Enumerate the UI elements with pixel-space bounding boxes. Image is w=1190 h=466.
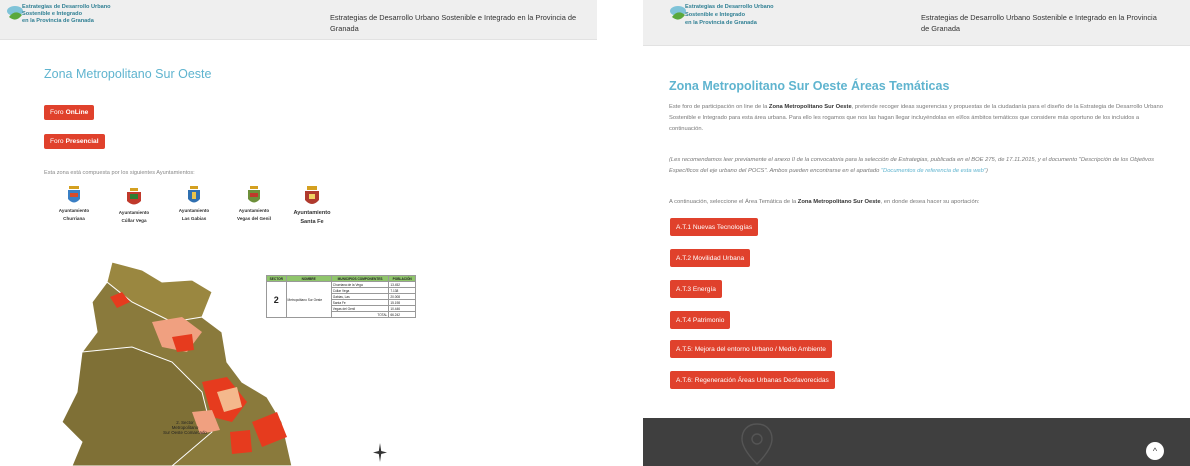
site-footer: ^ — [643, 418, 1190, 466]
site-header: Estrategias de Desarrollo Urbano Sosteni… — [0, 0, 597, 40]
p3-zone: Zona Metropolitano Sur Oeste — [797, 199, 881, 205]
crest-label-2: Cúllar Vega — [121, 218, 147, 223]
foro-online-button[interactable]: Foro OnLine — [44, 105, 95, 120]
crest-cullar-vega[interactable]: Ayuntamiento Cúllar Vega — [104, 188, 164, 224]
logo-line-2: Sostenible e Integrado — [22, 11, 82, 17]
nombre-cell: Metropolitano Sur Oeste — [285, 281, 332, 318]
area-tematica-6-button[interactable]: A.T.6: Regeneración Áreas Urbanas Desfav… — [670, 371, 835, 389]
left-page: Estrategias de Desarrollo Urbano Sosteni… — [0, 0, 597, 466]
logo-line-2: Sostenible e Integrado — [685, 12, 745, 18]
municipios-table: SECTOR NOMBRE MUNICIPIOS COMPONENTES POB… — [266, 275, 416, 318]
area-tematica-5-button[interactable]: A.T.5: Mejora del entorno Urbano / Medio… — [670, 340, 832, 358]
ayuntamientos-list: Ayuntamiento Churriana Ayuntamiento Cúll… — [44, 186, 364, 236]
cullar-vega-crest-icon — [127, 188, 141, 205]
foro-online-emph: OnLine — [65, 109, 89, 116]
p2-c: ) — [985, 168, 988, 174]
p3-a: A continuación, seleccione el Área Temát… — [669, 199, 798, 205]
foro-presencial-prefix: Foro — [50, 138, 64, 145]
header-title: Estrategias de Desarrollo Urbano Sosteni… — [330, 13, 577, 33]
documentos-link[interactable]: "Documentos de referencia de esta web" — [881, 168, 986, 174]
p1-a: Este foro de participación on line de la — [669, 104, 769, 110]
p3-c: , en donde desea hacer su aportación: — [880, 199, 980, 205]
page-title: Zona Metropolitano Sur Oeste — [44, 67, 212, 81]
crest-vegas-del-genil[interactable]: Ayuntamiento Vegas del Genil — [224, 186, 284, 222]
total-label: TOTAL — [330, 311, 390, 318]
area-tematica-2-button[interactable]: A.T.2 Movilidad Urbana — [670, 249, 751, 267]
crest-label-1: Ayuntamiento — [118, 210, 150, 215]
foro-online-prefix: Foro — [50, 109, 64, 116]
crest-las-gabias[interactable]: Ayuntamiento Las Gabias — [164, 186, 224, 222]
crest-label-1: Ayuntamiento — [238, 208, 270, 213]
intro-paragraph: Este foro de participación on line de la… — [669, 102, 1174, 135]
right-page: Estrategias de Desarrollo Urbano Sosteni… — [643, 0, 1190, 466]
page-title: Zona Metropolitano Sur Oeste Áreas Temát… — [669, 79, 950, 93]
crest-label-1: Ayuntamiento — [58, 208, 90, 213]
site-header: Estrategias de Desarrollo Urbano Sosteni… — [643, 0, 1190, 46]
logo-line-1: Estrategias de Desarrollo Urbano — [685, 4, 774, 10]
area-tematica-3-button[interactable]: A.T.3 Energía — [670, 280, 722, 298]
area-tematica-4-button[interactable]: A.T.4 Patrimonio — [670, 311, 731, 329]
intro-text: Esta zona está compuesta por los siguien… — [44, 170, 195, 176]
crest-santa-fe[interactable]: Ayuntamiento Santa Fe — [282, 186, 342, 226]
area-tematica-1-button[interactable]: A.T.1 Nuevas Tecnologías — [670, 218, 759, 236]
total-value: 66.242 — [388, 311, 416, 318]
site-logo[interactable]: Estrategias de Desarrollo Urbano Sosteni… — [6, 3, 206, 37]
crest-label-2: Las Gabias — [181, 216, 207, 221]
compass-icon — [373, 443, 387, 462]
logo-line-3: en la Provincia de Granada — [22, 18, 94, 24]
map-label-line-3: Sur Oeste Comarcado — [163, 430, 207, 435]
crest-label-2: Churriana — [63, 216, 85, 221]
select-paragraph: A continuación, seleccione el Área Temát… — [669, 197, 1174, 208]
location-pin-icon — [741, 423, 773, 465]
sector-cell: 2 — [266, 281, 287, 318]
header-title: Estrategias de Desarrollo Urbano Sosteni… — [921, 13, 1157, 33]
crest-label-1: Ayuntamiento — [178, 208, 210, 213]
crest-churriana[interactable]: Ayuntamiento Churriana — [44, 186, 104, 222]
logo-line-3: en la Provincia de Granada — [685, 20, 757, 26]
santa-fe-crest-icon — [305, 186, 319, 204]
vegas-del-genil-crest-icon — [248, 186, 260, 203]
scroll-to-top-button[interactable]: ^ — [1146, 442, 1164, 460]
las-gabias-crest-icon — [188, 186, 200, 203]
site-logo[interactable]: Estrategias de Desarrollo Urbano Sosteni… — [669, 3, 869, 37]
foro-presencial-button[interactable]: Foro Presencial — [44, 134, 105, 149]
crest-label-1: Ayuntamiento — [293, 210, 331, 216]
churriana-crest-icon — [68, 186, 80, 203]
crest-label-2: Santa Fe — [300, 219, 324, 225]
logo-line-1: Estrategias de Desarrollo Urbano — [22, 4, 111, 10]
recommendation-paragraph: (Les recomendamos leer previamente el an… — [669, 155, 1174, 177]
p1-zone: Zona Metropolitano Sur Oeste — [768, 104, 852, 110]
foro-presencial-emph: Presencial — [65, 138, 99, 145]
map-label: 2. Sector Metropolitano Sur Oeste Comarc… — [150, 420, 220, 435]
crest-label-2: Vegas del Genil — [237, 216, 271, 221]
